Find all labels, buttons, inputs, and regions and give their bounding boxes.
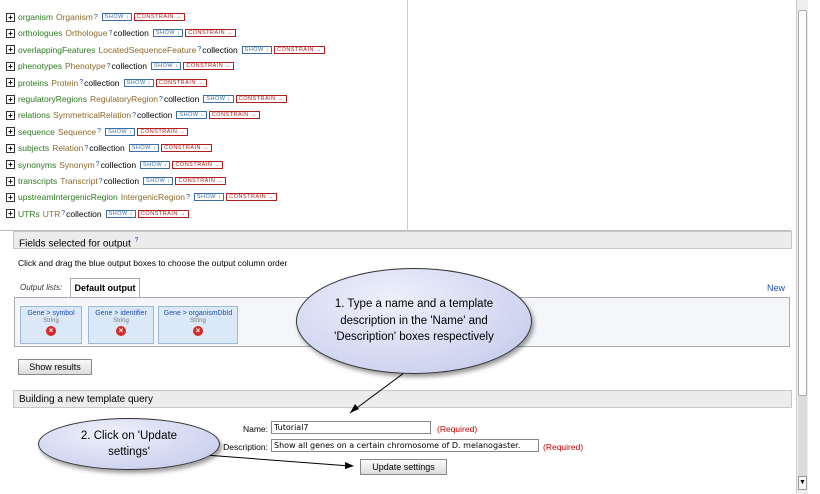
callout-two-arrowhead — [345, 462, 354, 469]
callout-one-text: 1. Type a name and a template descriptio… — [334, 297, 494, 344]
callout-one-arrow — [349, 366, 413, 414]
callout-two-arrow — [204, 454, 351, 467]
callout-one-arrowhead — [350, 404, 359, 413]
callout-one: 1. Type a name and a template descriptio… — [296, 268, 532, 374]
callout-two-text: 2. Click on 'Update settings' — [80, 429, 178, 458]
callout-two: 2. Click on 'Update settings' — [38, 418, 220, 470]
